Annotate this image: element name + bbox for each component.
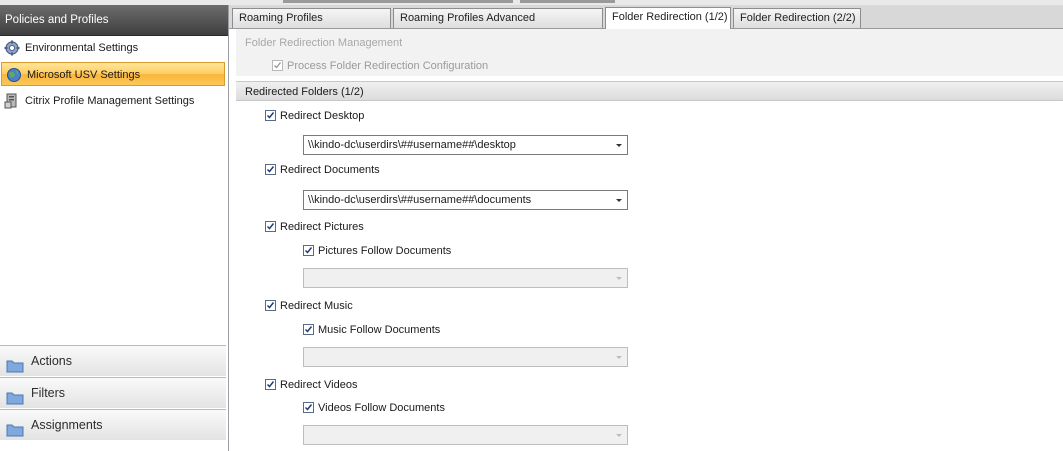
desktop-path-value: \\kindo-dc\userdirs\##username##\desktop — [308, 139, 516, 151]
redirect-pictures-label: Redirect Pictures — [280, 221, 364, 233]
music-follow-checkbox[interactable] — [303, 324, 314, 335]
server-icon — [4, 93, 20, 109]
music-path-combo[interactable] — [303, 347, 628, 367]
folder-redirection-panel: Folder Redirection Management Process Fo… — [229, 29, 1063, 451]
process-label: Process Folder Redirection Configuration — [287, 60, 489, 72]
redirect-pictures-row[interactable]: Redirect Pictures — [265, 219, 364, 235]
nav-item-microsoft-usv-settings[interactable]: Microsoft USV Settings — [1, 62, 225, 86]
nav-item-label: Microsoft USV Settings — [27, 69, 141, 81]
videos-follow-label: Videos Follow Documents — [318, 402, 445, 414]
assignments-label: Assignments — [31, 418, 103, 432]
pictures-follow-checkbox[interactable] — [303, 245, 314, 256]
tab-roaming-profiles-advanced[interactable]: Roaming Profiles Advanced Configuration — [393, 8, 603, 43]
nav-item-label: Environmental Settings — [25, 42, 139, 54]
chevron-down-icon[interactable] — [616, 356, 622, 359]
nav-item-citrix-profile-management[interactable]: Citrix Profile Management Settings — [0, 89, 226, 113]
actions-label: Actions — [31, 354, 72, 368]
redirect-desktop-label: Redirect Desktop — [280, 110, 365, 122]
chevron-down-icon[interactable] — [616, 277, 622, 280]
tab-folder-redirection-2[interactable]: Folder Redirection (2/2) — [733, 8, 861, 28]
videos-follow-documents-row[interactable]: Videos Follow Documents — [303, 400, 445, 416]
tab-strip: Roaming Profiles Configuration Roaming P… — [229, 5, 1063, 43]
documents-path-combo[interactable]: \\kindo-dc\userdirs\##username##\documen… — [303, 190, 628, 210]
actions-bar[interactable]: Actions — [0, 345, 226, 376]
assignments-bar[interactable]: Assignments — [0, 409, 226, 440]
music-follow-label: Music Follow Documents — [318, 324, 441, 336]
nav-item-environmental-settings[interactable]: Environmental Settings — [0, 36, 226, 60]
panel-header: Policies and Profiles — [0, 5, 228, 36]
chevron-down-icon[interactable] — [616, 434, 622, 437]
process-folder-redirection-row[interactable]: Process Folder Redirection Configuration — [272, 58, 488, 74]
top-notch — [520, 0, 615, 3]
chevron-down-icon[interactable] — [616, 199, 622, 202]
gear-icon — [4, 40, 20, 56]
filters-label: Filters — [31, 386, 66, 400]
redirect-documents-label: Redirect Documents — [280, 164, 380, 176]
music-follow-documents-row[interactable]: Music Follow Documents — [303, 322, 440, 338]
redirect-desktop-checkbox[interactable] — [265, 110, 276, 121]
top-notch — [283, 0, 513, 3]
redirect-videos-checkbox[interactable] — [265, 379, 276, 390]
filters-bar[interactable]: Filters — [0, 377, 226, 408]
pictures-follow-label: Pictures Follow Documents — [318, 245, 452, 257]
pictures-follow-documents-row[interactable]: Pictures Follow Documents — [303, 243, 451, 259]
desktop-path-combo[interactable]: \\kindo-dc\userdirs\##username##\desktop — [303, 135, 628, 155]
tab-roaming-profiles-configuration[interactable]: Roaming Profiles Configuration — [232, 8, 391, 43]
folder-icon — [6, 354, 24, 373]
redirected-folders-header: Redirected Folders (1/2) — [236, 81, 1063, 101]
redirect-music-row[interactable]: Redirect Music — [265, 298, 353, 314]
nav-item-label: Citrix Profile Management Settings — [25, 95, 195, 107]
pictures-path-combo[interactable] — [303, 268, 628, 288]
management-group: Folder Redirection Management Process Fo… — [236, 29, 1063, 76]
redirect-documents-checkbox[interactable] — [265, 164, 276, 175]
folder-icon — [6, 386, 24, 405]
folder-icon — [6, 418, 24, 437]
tab-folder-redirection-1[interactable]: Folder Redirection (1/2) — [605, 7, 731, 29]
videos-follow-checkbox[interactable] — [303, 402, 314, 413]
redirect-music-checkbox[interactable] — [265, 300, 276, 311]
redirect-videos-row[interactable]: Redirect Videos — [265, 377, 357, 393]
globe-icon — [6, 67, 22, 83]
management-title: Folder Redirection Management — [245, 37, 403, 49]
redirect-pictures-checkbox[interactable] — [265, 221, 276, 232]
videos-path-combo[interactable] — [303, 425, 628, 445]
documents-path-value: \\kindo-dc\userdirs\##username##\documen… — [308, 194, 532, 206]
process-checkbox[interactable] — [272, 60, 283, 71]
chevron-down-icon[interactable] — [616, 144, 622, 147]
left-panel: Policies and Profiles Environmental Sett… — [0, 5, 229, 451]
redirect-desktop-row[interactable]: Redirect Desktop — [265, 108, 364, 124]
redirect-music-label: Redirect Music — [280, 300, 353, 312]
redirect-documents-row[interactable]: Redirect Documents — [265, 162, 380, 178]
redirect-videos-label: Redirect Videos — [280, 379, 358, 391]
